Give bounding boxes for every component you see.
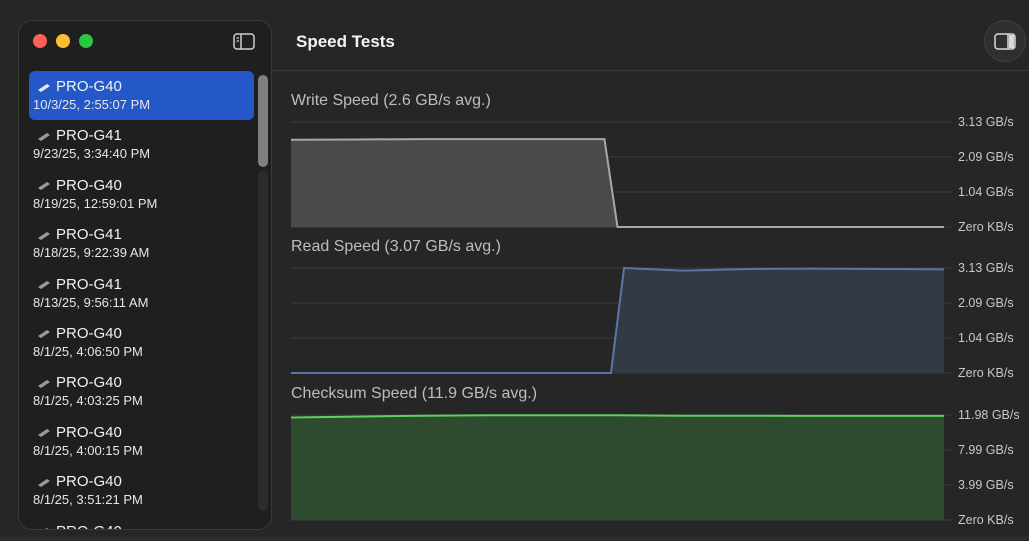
- y-tick-label: Zero KB/s: [958, 220, 1014, 234]
- test-date: 8/1/25, 4:03:25 PM: [33, 393, 143, 409]
- drive-name: PRO-G41: [56, 226, 122, 244]
- drive-name: PRO-G40: [56, 78, 122, 95]
- test-date: 8/1/25, 4:06:50 PM: [33, 343, 143, 359]
- list-item-title: PRO-G41: [33, 275, 250, 294]
- drive-icon: [38, 379, 50, 388]
- drive-icon: [45, 528, 49, 529]
- list-item-title: PRO-G40: [33, 176, 250, 195]
- drive-name: PRO-G40: [56, 523, 122, 529]
- write-chart-title: Write Speed (2.6 GB/s avg.): [291, 92, 491, 109]
- minimize-window-button[interactable]: [56, 34, 70, 48]
- drive-icon: [38, 429, 50, 438]
- test-date: 8/19/25, 12:59:01 PM: [33, 195, 158, 211]
- drive-icon: [38, 132, 50, 141]
- list-item[interactable]: PRO-G40 8/19/25, 12:59:01 PM: [29, 170, 254, 219]
- drive-name: PRO-G40: [56, 176, 122, 194]
- test-date: 8/13/25, 9:56:11 AM: [33, 294, 149, 310]
- drive-icon: [38, 281, 50, 290]
- drive-name: PRO-G40: [56, 473, 122, 491]
- list-item[interactable]: PRO-G40 8/1/25, 4:06:50 PM: [29, 318, 254, 367]
- list-item[interactable]: PRO-G40 8/1/25, 4:00:15 PM: [29, 417, 254, 466]
- drive-name: PRO-G41: [56, 275, 122, 293]
- test-date: 8/1/25, 4:00:15 PM: [33, 442, 143, 458]
- speed-test-list: PRO-G40 10/3/25, 2:55:07 PM PRO-G41 9/23/25…: [29, 71, 254, 529]
- list-item-title: PRO-G41: [33, 126, 250, 145]
- scroll-track: [258, 171, 268, 511]
- inspector-toggle-button[interactable]: [984, 20, 1026, 62]
- scroll-thumb[interactable]: [258, 75, 268, 167]
- window-controls: [33, 34, 93, 48]
- y-tick-label: 2.09 GB/s: [958, 150, 1014, 164]
- list-item-title: PRO-G40: [33, 373, 250, 392]
- test-date: 10/3/25, 2:55:07 PM: [33, 97, 151, 112]
- test-date: 8/1/25, 3:51:21 PM: [33, 492, 143, 508]
- y-tick-label: 7.99 GB/s: [958, 443, 1014, 457]
- list-item[interactable]: PRO-G40 10/3/25, 2:55:07 PM: [29, 71, 254, 121]
- test-date: 8/18/25, 9:22:39 AM: [33, 245, 150, 261]
- list-item-title: PRO-G40: [33, 77, 250, 96]
- list-item[interactable]: PRO-G41 9/23/25, 3:34:40 PM: [29, 120, 254, 169]
- zoom-window-button[interactable]: [79, 34, 93, 48]
- speed-charts: 3.13 GB/s 2.09 GB/s 1.04 GB/s Zero KB/s 3.13…: [290, 115, 1020, 527]
- y-tick-label: 11.98 GB/s: [958, 408, 1020, 422]
- toolbar: Speed Tests: [272, 10, 1029, 71]
- sidebar-toggle-icon[interactable]: [233, 33, 255, 50]
- drive-icon: [38, 231, 50, 240]
- y-tick-label: 1.04 GB/s: [958, 185, 1014, 199]
- list-item-title: PRO-G40: [33, 423, 250, 442]
- test-date: 9/23/25, 3:34:40 PM: [33, 146, 151, 162]
- read-chart-title: Read Speed (3.07 GB/s avg.): [291, 238, 501, 255]
- app-window: PRO-G40 10/3/25, 2:55:07 PM PRO-G41 9/23/25…: [0, 0, 1029, 536]
- y-tick-label: Zero KB/s: [958, 366, 1014, 380]
- drive-icon: [38, 83, 50, 92]
- drive-icon: [38, 182, 50, 191]
- drive-icon: [38, 330, 50, 339]
- close-window-button[interactable]: [33, 34, 47, 48]
- list-item[interactable]: PRO-G40 8/1/25, 4:03:25 PM: [29, 367, 254, 416]
- y-tick-label: 3.99 GB/s: [958, 478, 1014, 492]
- drive-name: PRO-G40: [56, 324, 122, 342]
- page-title: Speed Tests: [296, 32, 395, 51]
- y-tick-label: Zero KB/s: [958, 513, 1014, 527]
- list-item-title: PRO-G41: [33, 225, 250, 244]
- drive-name: PRO-G41: [56, 127, 122, 145]
- series-area: [291, 139, 944, 227]
- sidebar: PRO-G40 10/3/25, 2:55:07 PM PRO-G41 9/23/25…: [18, 20, 272, 530]
- y-tick-label: 3.13 GB/s: [958, 261, 1014, 275]
- inspector-icon: [994, 32, 1016, 50]
- list-item[interactable]: PRO-G40 8/1/25, 3:51:21 PM: [29, 466, 254, 515]
- sidebar-scrollbar[interactable]: [256, 71, 270, 519]
- list-item-title: PRO-G40: [33, 472, 250, 491]
- list-item[interactable]: PRO-G41 8/18/25, 9:22:39 AM: [29, 219, 254, 268]
- list-item[interactable]: PRO-G40: [29, 516, 254, 529]
- y-tick-label: 1.04 GB/s: [958, 331, 1014, 345]
- list-item-title: PRO-G40: [33, 324, 250, 343]
- list-item[interactable]: PRO-G41 8/13/25, 9:56:11 AM: [29, 269, 254, 318]
- series-area: [291, 415, 944, 520]
- list-item-title: PRO-G40: [33, 522, 250, 529]
- drive-name: PRO-G40: [56, 423, 122, 441]
- checksum-chart-title: Checksum Speed (11.9 GB/s avg.): [291, 385, 538, 402]
- drive-icon: [38, 478, 50, 487]
- y-tick-label: 3.13 GB/s: [958, 115, 1014, 129]
- charts-panel: Write Speed (2.6 GB/s avg.) Read Speed (…: [272, 72, 1029, 536]
- drive-name: PRO-G40: [56, 374, 122, 392]
- y-tick-label: 2.09 GB/s: [958, 296, 1014, 310]
